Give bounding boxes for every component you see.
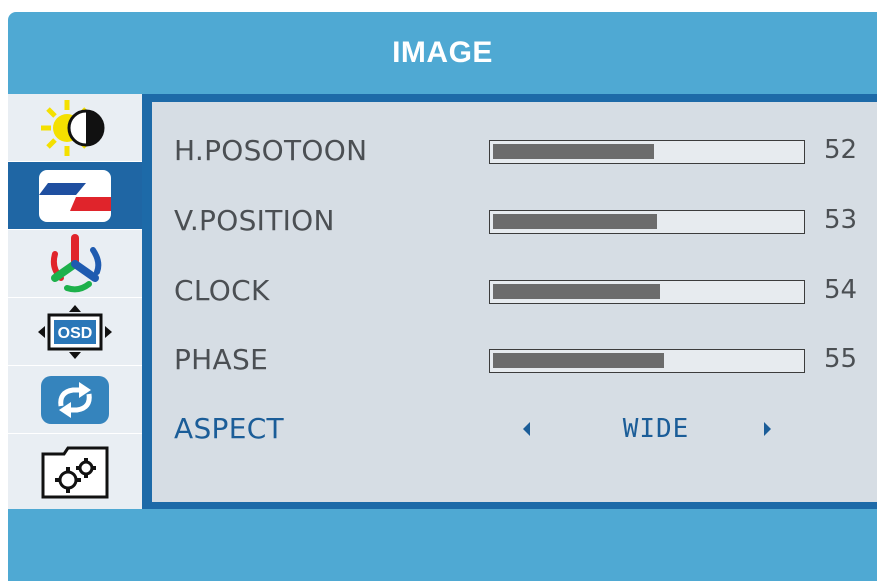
setting-label: H.POSOTOON [174, 134, 368, 167]
color-rgb-icon [50, 233, 102, 292]
aspect-value: WIDE [622, 414, 690, 444]
aspect-label: ASPECT [174, 412, 284, 445]
setting-row[interactable]: PHASE 55 [152, 335, 877, 385]
setting-slider-fill [493, 353, 664, 368]
osd-settings-icon: OSD [38, 304, 112, 359]
setting-slider[interactable] [489, 280, 805, 304]
content-area: H.POSOTOON 52 V.POSITION 53 CLOCK 54 PHASE 55 A… [142, 94, 877, 509]
setting-label: CLOCK [174, 274, 270, 307]
setting-slider-fill [493, 214, 657, 229]
sidebar-item-misc[interactable] [8, 434, 142, 509]
setting-label: V.POSITION [174, 204, 335, 237]
setting-label: PHASE [174, 343, 269, 376]
aspect-left-arrow-icon[interactable] [523, 422, 530, 436]
aspect-right-arrow-icon[interactable] [764, 422, 771, 436]
sidebar-item-color[interactable] [8, 230, 142, 298]
image-icon [39, 169, 111, 222]
sidebar-item-osd[interactable]: OSD [8, 298, 142, 366]
setting-slider[interactable] [489, 210, 805, 234]
setting-value: 55 [824, 344, 858, 374]
setting-row[interactable]: CLOCK 54 [152, 266, 877, 316]
setting-value: 53 [824, 205, 858, 235]
svg-text:OSD: OSD [58, 325, 93, 342]
setting-row[interactable]: H.POSOTOON 52 [152, 126, 877, 176]
osd-menu: IMAGE OSD H.POSOTOON 52 V.POSITION 53 CL… [8, 12, 877, 581]
setting-slider[interactable] [489, 349, 805, 373]
sidebar-item-image[interactable] [8, 162, 142, 230]
reset-icon [41, 375, 109, 424]
misc-settings-icon [41, 446, 109, 498]
settings-panel: H.POSOTOON 52 V.POSITION 53 CLOCK 54 PHASE 55 A… [152, 102, 877, 502]
setting-slider-fill [493, 284, 660, 299]
setting-row[interactable]: V.POSITION 53 [152, 196, 877, 246]
aspect-row[interactable]: ASPECT WIDE [152, 404, 877, 454]
setting-value: 52 [824, 135, 858, 165]
setting-slider[interactable] [489, 140, 805, 164]
setting-value: 54 [824, 275, 858, 305]
sidebar: OSD [8, 94, 142, 509]
menu-title: IMAGE [392, 36, 493, 69]
brightness-contrast-icon [41, 99, 105, 156]
setting-slider-fill [493, 144, 654, 159]
sidebar-item-luminance[interactable] [8, 94, 142, 162]
sidebar-item-reset[interactable] [8, 366, 142, 434]
